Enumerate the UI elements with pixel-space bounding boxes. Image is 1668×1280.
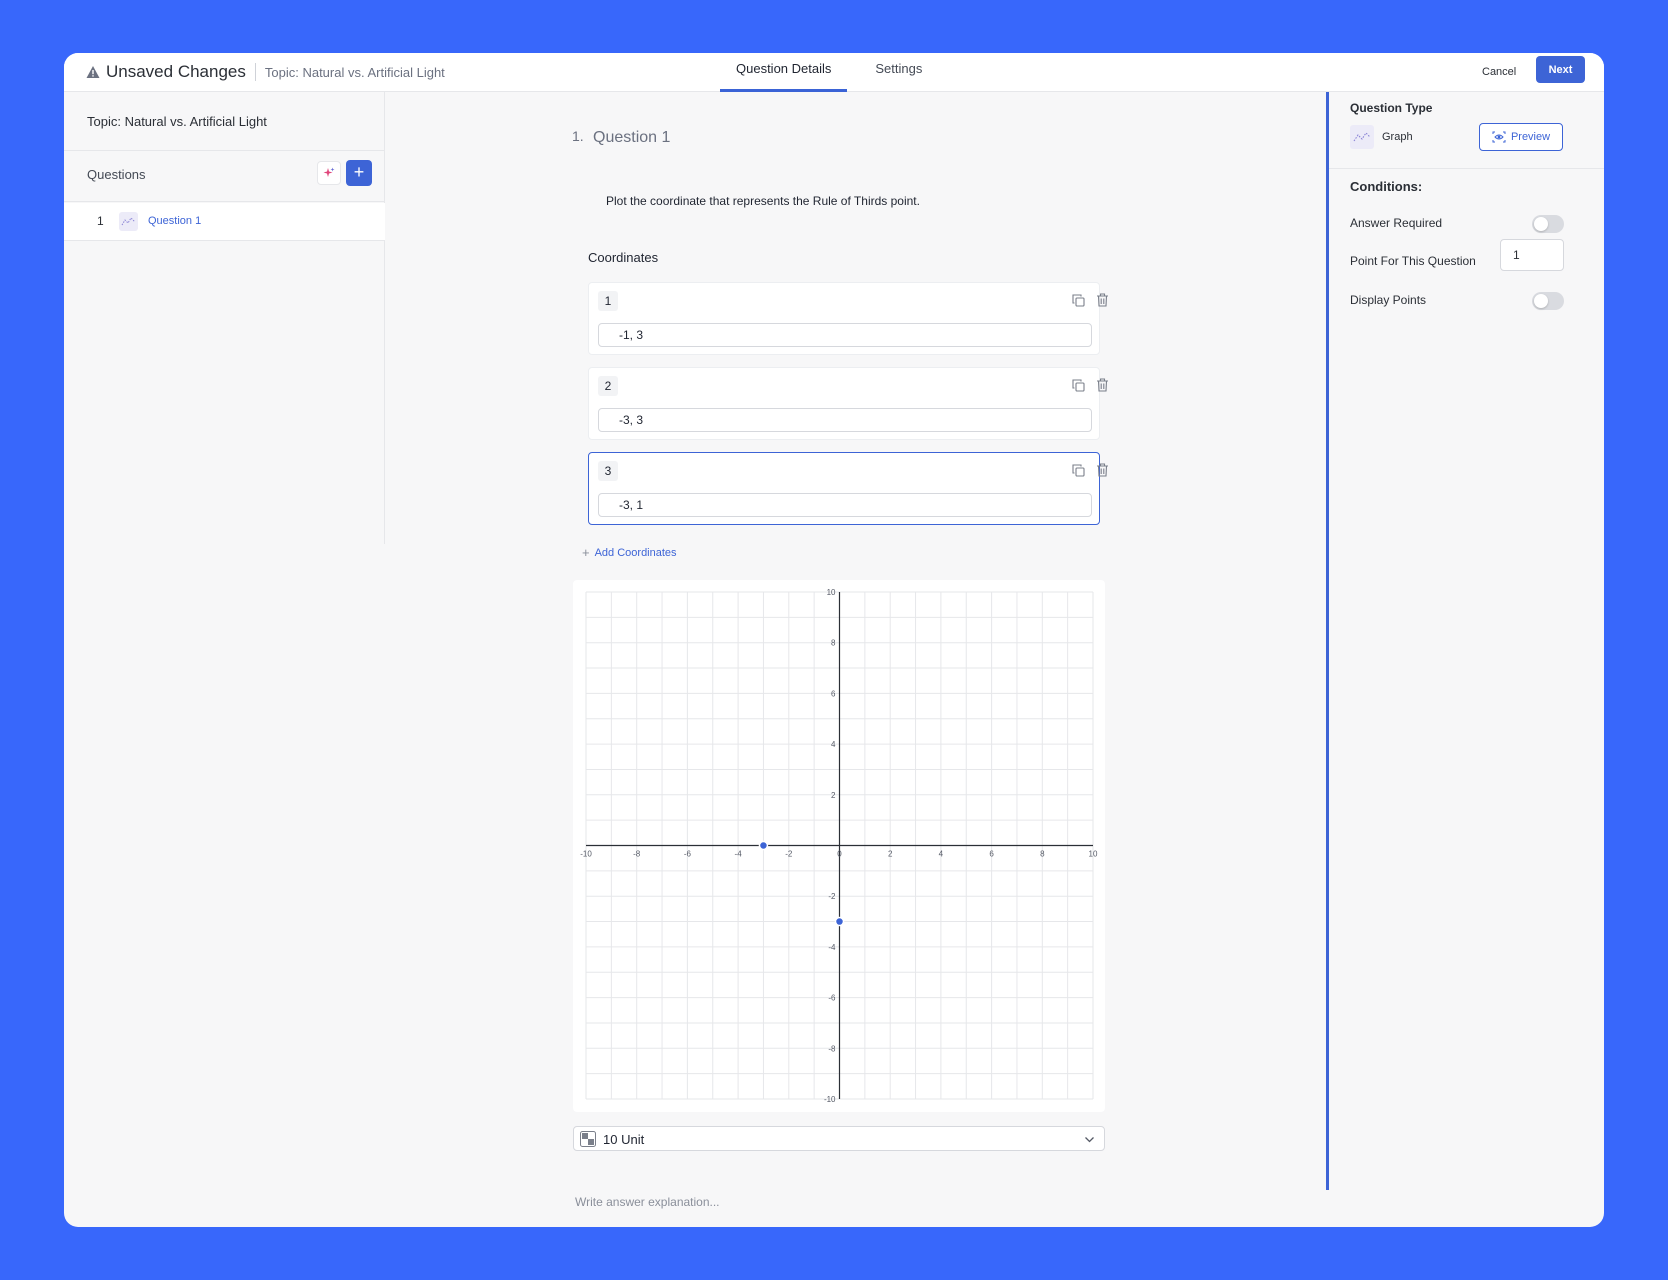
next-button[interactable]: Next xyxy=(1536,56,1585,83)
question-prompt[interactable]: Plot the coordinate that represents the … xyxy=(606,194,920,208)
question-number: 1 xyxy=(97,214,104,228)
question-title[interactable]: Question 1 xyxy=(593,129,670,147)
coordinates-heading: Coordinates xyxy=(588,250,659,265)
answer-required-toggle[interactable] xyxy=(1532,215,1564,233)
divider xyxy=(1329,168,1604,169)
x-tick-label: 0 xyxy=(837,850,842,859)
answer-required-label: Answer Required xyxy=(1350,216,1443,230)
plotted-point[interactable] xyxy=(834,916,845,927)
copy-icon[interactable] xyxy=(1072,379,1085,392)
add-question-button[interactable]: + xyxy=(346,160,372,186)
sparkle-icon xyxy=(323,167,335,177)
warning-icon xyxy=(86,66,100,78)
coordinate-card[interactable]: 2 xyxy=(588,367,1108,440)
divider xyxy=(64,150,385,151)
settings-panel: Question Type Graph Preview Conditions: … xyxy=(1326,92,1604,1190)
y-tick-label: 6 xyxy=(831,689,836,698)
x-tick-label: -4 xyxy=(735,850,743,859)
chevron-down-icon xyxy=(1085,1137,1094,1143)
conditions-title: Conditions: xyxy=(1350,179,1423,194)
coordinate-card-selected[interactable]: 3 xyxy=(588,452,1108,525)
y-tick-label: 10 xyxy=(827,588,836,597)
x-tick-label: 6 xyxy=(989,850,994,859)
unit-select[interactable]: 10 Unit xyxy=(573,1126,1105,1151)
y-tick-label: -8 xyxy=(828,1044,836,1053)
tab-question-details[interactable]: Question Details xyxy=(720,53,848,92)
coordinate-number: 2 xyxy=(598,376,618,396)
editor-window: Unsaved Changes Topic: Natural vs. Artif… xyxy=(64,53,1604,1227)
question-type-value: Graph xyxy=(1382,131,1413,143)
coordinate-graph[interactable]: -10 -8 -6 -4 -2 0 2 4 6 8 10 10 8 6 4 2 -2 -4 -6 -8 -10 xyxy=(573,580,1105,1112)
y-tick-label: -10 xyxy=(824,1095,836,1104)
eye-icon xyxy=(1492,131,1506,143)
x-tick-label: 2 xyxy=(888,850,893,859)
sidebar-topic-title: Topic: Natural vs. Artificial Light xyxy=(87,114,267,129)
coordinate-number: 3 xyxy=(598,461,618,481)
add-coordinates-button[interactable]: + Add Coordinates xyxy=(582,545,677,560)
x-tick-label: -10 xyxy=(580,850,592,859)
unsaved-changes-label: Unsaved Changes xyxy=(106,62,246,81)
cancel-button[interactable]: Cancel xyxy=(1470,59,1528,85)
graph-card: -10 -8 -6 -4 -2 0 2 4 6 8 10 10 8 6 4 2 -2 -4 -6 -8 -10 xyxy=(573,580,1105,1112)
copy-icon[interactable] xyxy=(1072,464,1085,477)
x-tick-label: -8 xyxy=(633,850,641,859)
coordinate-number: 1 xyxy=(598,291,618,311)
unsaved-status: Unsaved Changes Topic: Natural vs. Artif… xyxy=(86,59,445,85)
y-tick-label: -6 xyxy=(828,994,836,1003)
questions-heading: Questions xyxy=(87,167,146,182)
divider xyxy=(64,201,385,202)
plotted-point[interactable] xyxy=(758,840,769,851)
sidebar-question-item[interactable]: 1 Question 1 xyxy=(64,203,385,241)
trash-icon[interactable] xyxy=(1096,378,1109,392)
divider xyxy=(254,63,256,81)
display-points-toggle[interactable] xyxy=(1532,292,1564,310)
answer-explanation-input[interactable]: Write answer explanation... xyxy=(575,1195,720,1209)
questions-sidebar: Topic: Natural vs. Artificial Light Ques… xyxy=(64,92,385,544)
display-points-label: Display Points xyxy=(1350,293,1427,307)
graph-icon xyxy=(1350,125,1374,149)
x-tick-label: 8 xyxy=(1040,850,1045,859)
topic-breadcrumb: Topic: Natural vs. Artificial Light xyxy=(264,64,445,80)
copy-icon[interactable] xyxy=(1072,294,1085,307)
y-tick-label: 8 xyxy=(831,639,836,648)
x-tick-label: 10 xyxy=(1089,850,1098,859)
trash-icon[interactable] xyxy=(1096,463,1109,477)
trash-icon[interactable] xyxy=(1096,293,1109,307)
y-tick-label: -2 xyxy=(828,892,836,901)
points-label: Point For This Question xyxy=(1350,254,1476,268)
y-tick-label: 2 xyxy=(831,791,836,800)
x-tick-label: 4 xyxy=(939,850,944,859)
preview-button[interactable]: Preview xyxy=(1479,123,1563,151)
points-input[interactable] xyxy=(1500,239,1564,271)
top-bar: Unsaved Changes Topic: Natural vs. Artif… xyxy=(64,53,1604,92)
plus-icon: + xyxy=(582,545,590,560)
preview-label: Preview xyxy=(1510,131,1551,143)
question-index: 1. xyxy=(572,128,584,144)
question-label: Question 1 xyxy=(148,215,202,227)
graph-icon xyxy=(119,212,138,231)
tab-bar: Question Details Settings xyxy=(720,53,938,92)
unit-select-value: 10 Unit xyxy=(603,1132,645,1147)
add-coordinates-label: Add Coordinates xyxy=(594,546,677,559)
coordinate-input[interactable] xyxy=(598,323,1092,347)
coordinate-input[interactable] xyxy=(598,408,1092,432)
y-tick-label: 4 xyxy=(831,740,836,749)
ai-generate-button[interactable] xyxy=(317,161,341,185)
y-tick-label: -4 xyxy=(828,943,836,952)
x-tick-label: -6 xyxy=(684,850,692,859)
tab-settings[interactable]: Settings xyxy=(859,53,938,92)
x-tick-label: -2 xyxy=(785,850,793,859)
question-type-title: Question Type xyxy=(1350,101,1433,115)
coordinate-input[interactable] xyxy=(598,493,1092,517)
plus-icon: + xyxy=(353,162,365,182)
coordinate-card[interactable]: 1 xyxy=(588,282,1108,355)
grid-icon xyxy=(580,1131,596,1147)
